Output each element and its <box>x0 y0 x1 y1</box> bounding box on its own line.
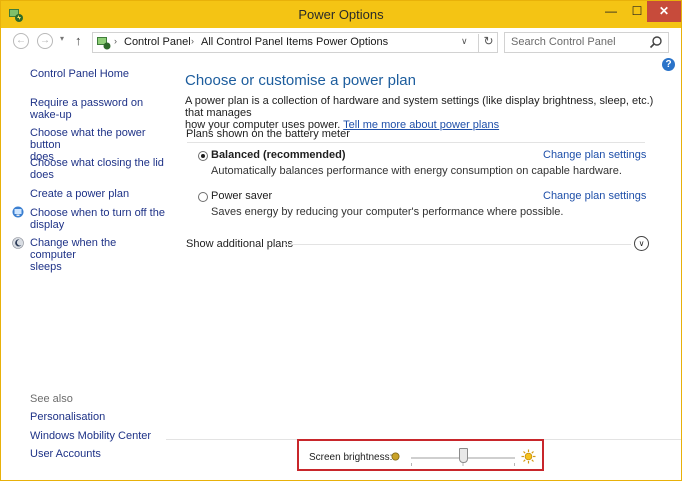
up-button[interactable]: ↑ <box>75 33 82 48</box>
sidebar-item-turn-off-display[interactable]: Choose when to turn off the display <box>30 207 165 231</box>
battery-meter-group-label: Plans shown on the battery meter <box>186 128 350 140</box>
power-saver-change-settings-link[interactable]: Change plan settings <box>543 190 646 202</box>
title-bar[interactable]: Power Options — ☐ ✕ <box>1 1 681 28</box>
brightness-slider-ticks <box>411 463 515 466</box>
breadcrumb-all-items[interactable]: All Control Panel Items <box>201 36 313 48</box>
breadcrumb-power-options[interactable]: Power Options <box>316 36 388 48</box>
sidebar-item-label: Change when the computer <box>30 237 117 261</box>
breadcrumb-separator: › <box>114 36 117 46</box>
address-dropdown-icon[interactable]: ∨ <box>461 36 468 47</box>
sidebar-item-label: Require a password on <box>30 97 144 109</box>
bright-sun-icon <box>521 449 536 464</box>
power-options-window: Power Options — ☐ ✕ ← → ▾ ↑ › Control Pa… <box>0 0 682 481</box>
balanced-plan-radio[interactable] <box>198 151 208 161</box>
page-title: Choose or customise a power plan <box>185 72 416 89</box>
screen-brightness-highlight: Screen brightness: <box>297 439 544 471</box>
dim-sun-icon <box>391 452 400 461</box>
see-also-user-accounts[interactable]: User Accounts <box>30 448 101 460</box>
help-icon[interactable]: ? <box>662 58 675 71</box>
sidebar-item-label: Create a power plan <box>30 188 130 200</box>
address-bar[interactable]: › Control Panel › All Control Panel Item… <box>92 32 498 53</box>
sidebar-item-label: does <box>30 169 54 181</box>
search-input[interactable]: Search Control Panel <box>504 32 669 53</box>
search-placeholder: Search Control Panel <box>511 36 616 48</box>
sidebar-item-label: wake-up <box>30 109 72 121</box>
sidebar-item-closing-lid[interactable]: Choose what closing the lid does <box>30 157 165 181</box>
back-button[interactable]: ← <box>13 33 29 49</box>
screen-brightness-label: Screen brightness: <box>309 452 393 463</box>
recent-locations-icon[interactable]: ▾ <box>60 34 64 43</box>
show-additional-plans[interactable]: Show additional plans <box>186 238 293 250</box>
close-button[interactable]: ✕ <box>647 1 681 22</box>
breadcrumb-separator[interactable]: › <box>307 36 310 46</box>
sidebar-item-label: Choose what the power button <box>30 127 146 151</box>
page-description: A power plan is a collection of hardware… <box>185 95 655 131</box>
see-also-personalisation[interactable]: Personalisation <box>30 411 105 423</box>
refresh-icon[interactable]: ↻ <box>478 34 498 52</box>
sidebar-item-label: Choose what closing the lid <box>30 157 164 169</box>
breadcrumb-separator[interactable]: › <box>191 36 194 46</box>
brightness-slider-thumb[interactable] <box>458 448 468 463</box>
control-panel-icon <box>97 37 111 50</box>
sidebar-item-label: display <box>30 219 65 231</box>
expand-chevron-icon[interactable]: ∨ <box>634 236 649 251</box>
navigation-bar: ← → ▾ ↑ › Control Panel › All Control Pa… <box>1 28 681 56</box>
sidebar-item-computer-sleeps[interactable]: Change when the computer sleeps <box>30 237 165 273</box>
sidebar-home-link[interactable]: Control Panel Home <box>30 68 165 80</box>
sidebar-item-require-password[interactable]: Require a password on wake-up <box>30 97 165 121</box>
see-also-mobility-center[interactable]: Windows Mobility Center <box>30 430 151 442</box>
moon-icon <box>12 237 24 249</box>
power-saver-plan-description: Saves energy by reducing your computer's… <box>211 206 564 218</box>
power-saver-plan-radio[interactable] <box>198 192 208 202</box>
sidebar-item-label: sleeps <box>30 261 62 273</box>
minimize-button[interactable]: — <box>598 1 624 22</box>
balanced-plan-name[interactable]: Balanced (recommended) <box>211 149 345 161</box>
learn-more-link[interactable]: Tell me more about power plans <box>343 119 499 131</box>
balanced-plan-description: Automatically balances performance with … <box>211 165 622 177</box>
group-divider <box>187 142 645 143</box>
balanced-change-settings-link[interactable]: Change plan settings <box>543 149 646 161</box>
search-icon[interactable] <box>649 35 663 49</box>
sidebar-item-create-plan[interactable]: Create a power plan <box>30 188 165 200</box>
breadcrumb-control-panel[interactable]: Control Panel <box>124 36 191 48</box>
power-saver-plan-name[interactable]: Power saver <box>211 190 272 202</box>
see-also-heading: See also <box>30 393 73 405</box>
forward-button[interactable]: → <box>37 33 53 49</box>
description-line: A power plan is a collection of hardware… <box>185 95 654 119</box>
additional-plans-divider <box>286 244 631 245</box>
display-icon <box>12 206 24 218</box>
window-title: Power Options <box>298 7 384 22</box>
sidebar-item-label: Choose when to turn off the <box>30 207 165 219</box>
